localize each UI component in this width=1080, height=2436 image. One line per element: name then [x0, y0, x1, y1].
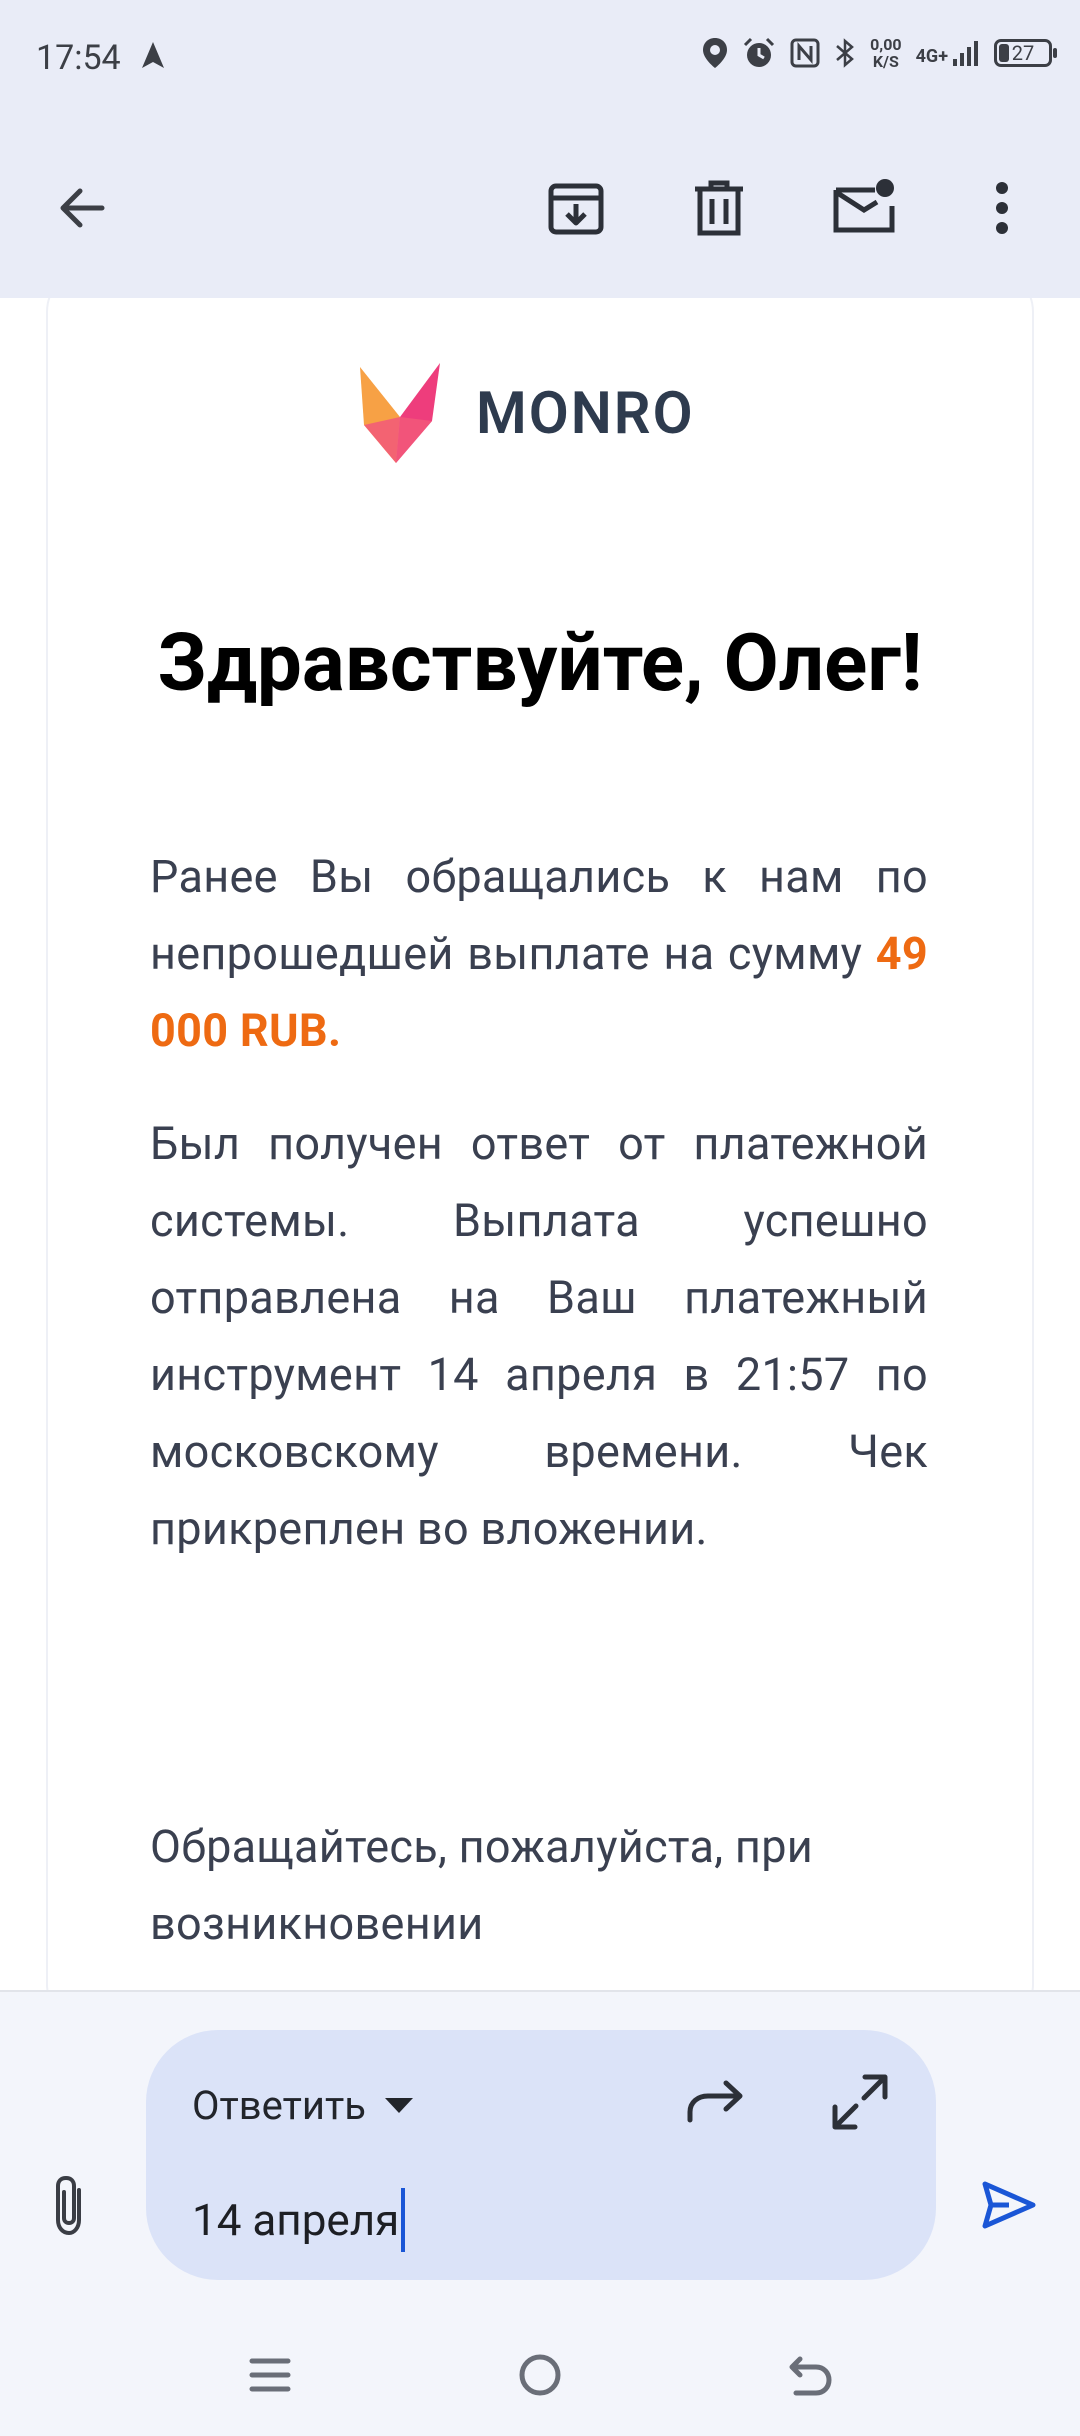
location-icon	[702, 37, 728, 69]
payment-text: Ранее Вы обращались к нам по непрошедшей…	[150, 850, 928, 980]
reply-mode-label: Ответить	[192, 2082, 366, 2129]
reply-mode-dropdown[interactable]: Ответить	[192, 2082, 414, 2129]
reply-input-text: 14 апреля	[192, 2194, 400, 2246]
text-cursor	[401, 2188, 406, 2252]
network-speed: 0,00 K/S	[870, 36, 901, 70]
status-time: 17:54	[36, 38, 121, 78]
menu-icon	[249, 2358, 291, 2392]
network-type: 4G+	[915, 46, 948, 67]
nfc-icon	[790, 38, 820, 68]
archive-icon	[548, 183, 604, 235]
email-card: MONRO Здравствуйте, Олег! Ранее Вы обращ…	[48, 298, 1032, 1990]
back-button[interactable]	[46, 172, 118, 244]
system-nav-bar	[0, 2310, 1080, 2436]
attach-button[interactable]	[38, 2170, 100, 2242]
email-toolbar	[0, 118, 1080, 298]
alarm-icon	[742, 37, 776, 69]
back-nav-button[interactable]	[775, 2340, 845, 2410]
reply-area: Ответить 14 апреля	[0, 1990, 1080, 2312]
battery-level: 27	[1011, 41, 1035, 65]
speed-value: 0,00	[870, 35, 902, 54]
forward-button[interactable]	[684, 2070, 748, 2134]
delete-button[interactable]	[683, 172, 755, 244]
signal-icon: 4G+	[916, 39, 980, 67]
delete-icon	[695, 180, 743, 236]
home-nav-button[interactable]	[505, 2340, 575, 2410]
monro-logo-icon	[360, 363, 440, 463]
monro-logo: MONRO	[358, 363, 695, 465]
status-paragraph: Был получен ответ от платежной системы. …	[150, 1117, 928, 1555]
contact-paragraph: Обращайтесь, пожалуйста, при возникновен…	[150, 1820, 814, 1950]
logo-text: MONRO	[476, 380, 695, 448]
expand-icon	[832, 2074, 888, 2130]
caret-down-icon	[384, 2097, 413, 2113]
greeting-heading: Здравствуйте, Олег!	[157, 616, 923, 710]
more-icon	[996, 182, 1008, 234]
menu-nav-button[interactable]	[235, 2340, 305, 2410]
send-button[interactable]	[974, 2170, 1044, 2240]
back-arrow-icon	[60, 188, 105, 228]
status-bar: 17:54 0,00 K/S 4G+ 27	[0, 0, 1080, 118]
mark-unread-button[interactable]	[828, 172, 900, 244]
send-icon	[982, 2181, 1036, 2229]
navigation-arrow-icon	[140, 40, 166, 74]
forward-icon	[687, 2080, 743, 2123]
payment-paragraph: Ранее Вы обращались к нам по непрошедшей…	[150, 838, 928, 1069]
speed-unit: K/S	[872, 52, 899, 71]
reply-input[interactable]: 14 апреля	[192, 2188, 406, 2252]
mark-unread-icon	[833, 179, 895, 233]
more-options-button[interactable]	[966, 172, 1038, 244]
battery-icon: 27	[994, 39, 1057, 67]
email-body[interactable]: MONRO Здравствуйте, Олег! Ранее Вы обращ…	[0, 298, 1080, 1990]
archive-button[interactable]	[540, 172, 612, 244]
expand-button[interactable]	[828, 2070, 892, 2134]
bluetooth-icon	[834, 37, 856, 69]
paperclip-icon	[56, 2175, 81, 2236]
reply-compose-box: Ответить 14 апреля	[146, 2030, 936, 2280]
back-nav-icon	[789, 2356, 832, 2396]
home-circle-icon	[519, 2354, 561, 2396]
